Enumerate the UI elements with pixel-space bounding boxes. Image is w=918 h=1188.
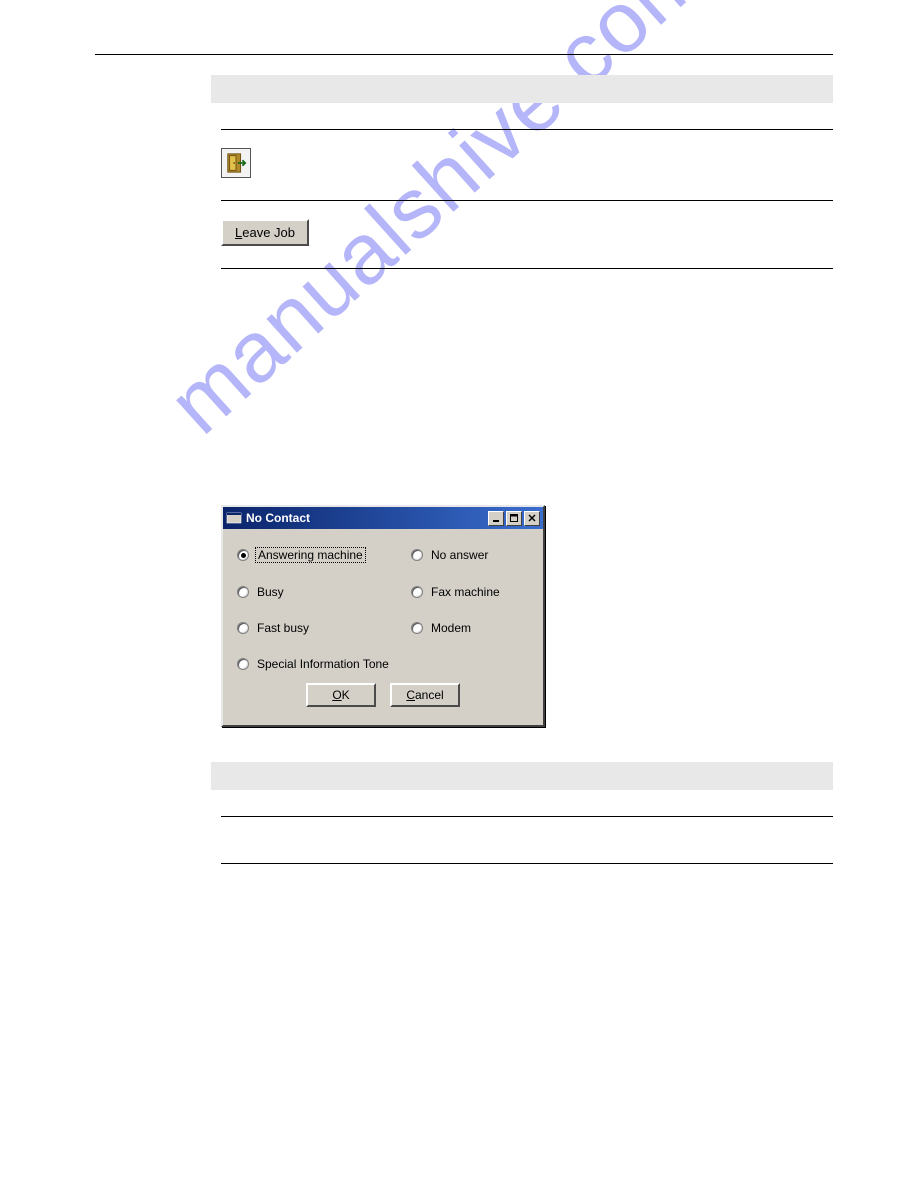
radio-indicator: [237, 586, 249, 598]
radio-indicator: [237, 549, 249, 561]
dialog-titlebar: No Contact: [223, 507, 543, 529]
radio-label: Answering machine: [255, 547, 366, 563]
cancel-button-underline: C: [406, 688, 415, 702]
radio-label: Fax machine: [429, 585, 502, 599]
section-heading-band-1: [211, 75, 833, 103]
radio-option[interactable]: No answer: [411, 547, 529, 563]
radio-label: Special Information Tone: [255, 657, 391, 671]
leave-job-icon: [221, 148, 251, 178]
top-horizontal-rule: [95, 54, 833, 55]
cancel-button[interactable]: Cancel: [390, 683, 460, 707]
ok-button-rest: K: [342, 688, 350, 702]
divider-rule-1: [221, 129, 833, 130]
close-button[interactable]: [524, 511, 540, 526]
radio-indicator: [411, 586, 423, 598]
radio-option[interactable]: Answering machine: [237, 547, 407, 563]
divider-rule-5: [221, 863, 833, 864]
no-contact-dialog: No Contact Answering machine No answer Bus…: [221, 505, 545, 727]
leave-job-button-rest: eave Job: [242, 225, 295, 240]
divider-rule-2: [221, 200, 833, 201]
radio-label: Modem: [429, 621, 473, 635]
radio-label: Fast busy: [255, 621, 311, 635]
radio-indicator: [411, 549, 423, 561]
maximize-button[interactable]: [506, 511, 522, 526]
radio-label: No answer: [429, 548, 490, 562]
radio-option[interactable]: Fast busy: [237, 621, 407, 635]
radio-option[interactable]: Modem: [411, 621, 529, 635]
section-heading-band-2: [211, 762, 833, 790]
radio-option[interactable]: Busy: [237, 585, 407, 599]
minimize-button[interactable]: [488, 511, 504, 526]
radio-indicator: [237, 622, 249, 634]
radio-indicator: [411, 622, 423, 634]
dialog-title: No Contact: [246, 511, 486, 525]
cancel-button-rest: ancel: [415, 688, 444, 702]
ok-button[interactable]: OK: [306, 683, 376, 707]
divider-rule-3: [221, 268, 833, 269]
radio-label: Busy: [255, 585, 286, 599]
radio-option[interactable]: Fax machine: [411, 585, 529, 599]
radio-indicator: [237, 658, 249, 670]
divider-rule-4: [221, 816, 833, 817]
ok-button-underline: O: [332, 688, 341, 702]
radio-option[interactable]: Special Information Tone: [237, 657, 529, 671]
leave-job-button[interactable]: Leave Job: [221, 219, 309, 246]
dialog-app-icon: [226, 510, 242, 526]
